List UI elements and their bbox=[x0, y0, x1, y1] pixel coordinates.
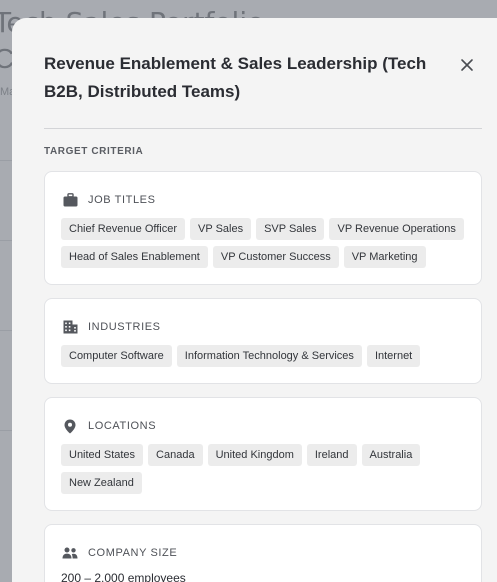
company-size-header: COMPANY SIZE bbox=[61, 541, 465, 565]
locations-label: LOCATIONS bbox=[88, 420, 157, 432]
chip-vp-revenue-operations: VP Revenue Operations bbox=[329, 218, 464, 240]
locations-card: LOCATIONS United States Canada United Ki… bbox=[44, 397, 482, 511]
chip-canada: Canada bbox=[148, 444, 203, 466]
industries-label: INDUSTRIES bbox=[88, 321, 161, 333]
chip-internet: Internet bbox=[366, 345, 421, 367]
chip-head-of-sales-enablement: Head of Sales Enablement bbox=[61, 246, 208, 268]
job-titles-label: JOB TITLES bbox=[88, 194, 156, 206]
industries-header: INDUSTRIES bbox=[61, 315, 465, 339]
company-size-label: COMPANY SIZE bbox=[88, 547, 178, 559]
company-size-card: COMPANY SIZE 200 – 2,000 employees bbox=[44, 524, 482, 582]
locations-header: LOCATIONS bbox=[61, 414, 465, 438]
close-icon bbox=[461, 59, 473, 71]
job-titles-header: JOB TITLES bbox=[61, 188, 465, 212]
chip-information-technology-services: Information Technology & Services bbox=[176, 345, 362, 367]
chip-computer-software: Computer Software bbox=[61, 345, 172, 367]
company-size-value: 200 – 2,000 employees bbox=[61, 571, 186, 582]
chip-australia: Australia bbox=[361, 444, 421, 466]
chip-chief-revenue-officer: Chief Revenue Officer bbox=[61, 218, 186, 240]
chip-ireland: Ireland bbox=[306, 444, 357, 466]
industries-chips: Computer Software Information Technology… bbox=[61, 345, 465, 367]
chip-united-states: United States bbox=[61, 444, 144, 466]
job-titles-card: JOB TITLES Chief Revenue Officer VP Sale… bbox=[44, 171, 482, 285]
job-titles-chips: Chief Revenue Officer VP Sales SVP Sales… bbox=[61, 218, 465, 268]
chip-united-kingdom: United Kingdom bbox=[207, 444, 302, 466]
chip-vp-marketing: VP Marketing bbox=[343, 246, 426, 268]
chip-vp-customer-success: VP Customer Success bbox=[212, 246, 339, 268]
close-button[interactable] bbox=[456, 54, 478, 76]
chip-svp-sales: SVP Sales bbox=[256, 218, 325, 240]
section-label: TARGET CRITERIA bbox=[44, 146, 144, 157]
criteria-modal: Revenue Enablement & Sales Leadership (T… bbox=[12, 18, 497, 582]
industries-card: INDUSTRIES Computer Software Information… bbox=[44, 298, 482, 384]
location-pin-icon bbox=[62, 418, 78, 434]
chip-vp-sales: VP Sales bbox=[190, 218, 252, 240]
briefcase-icon bbox=[62, 192, 78, 208]
modal-header: Revenue Enablement & Sales Leadership (T… bbox=[44, 50, 434, 106]
header-divider bbox=[44, 128, 482, 129]
locations-chips: United States Canada United Kingdom Irel… bbox=[61, 444, 465, 494]
building-icon bbox=[62, 319, 78, 335]
people-icon bbox=[62, 545, 78, 561]
modal-title: Revenue Enablement & Sales Leadership (T… bbox=[44, 54, 427, 101]
chip-new-zealand: New Zealand bbox=[61, 472, 142, 494]
